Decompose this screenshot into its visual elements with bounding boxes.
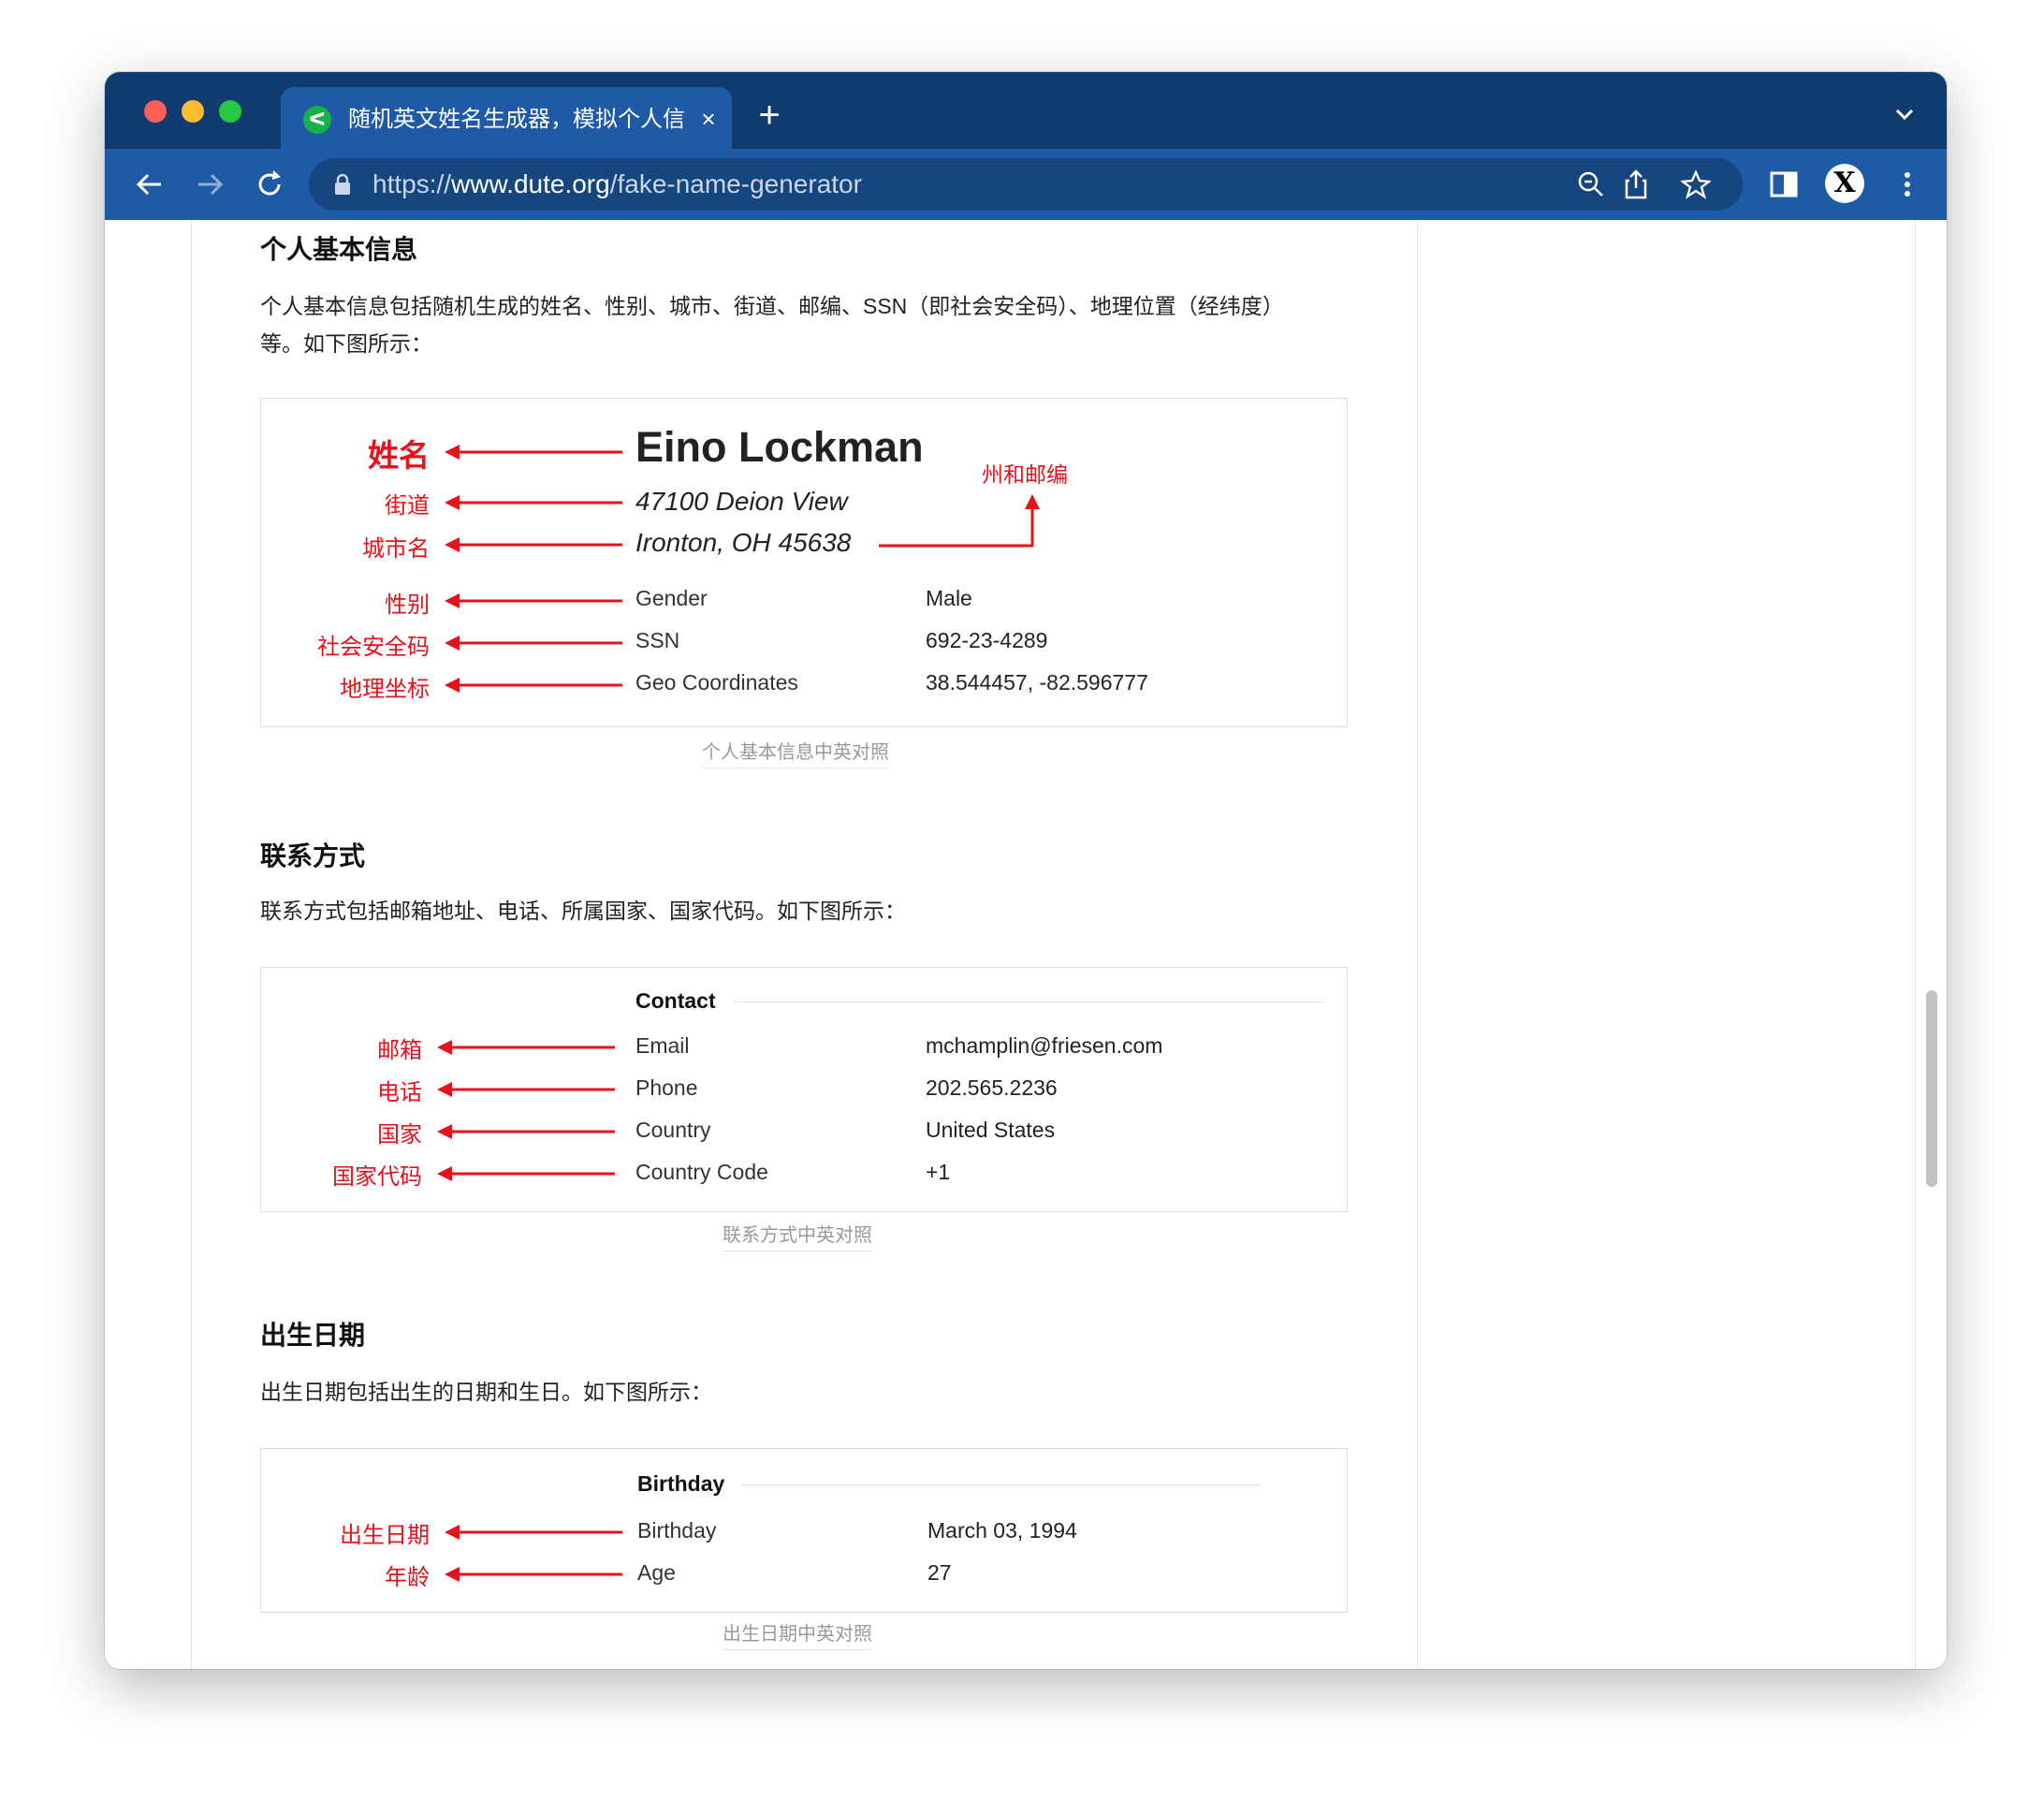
reload-icon[interactable]	[251, 166, 288, 203]
arrow-left-icon	[437, 1038, 615, 1057]
arrow-up-icon	[879, 494, 1040, 548]
field-label: Age	[637, 1560, 676, 1585]
page-content: 个人基本信息 个人基本信息包括随机生成的姓名、性别、城市、街道、邮编、SSN（即…	[105, 220, 1947, 1669]
arrow-left-icon	[445, 676, 622, 695]
figure-birthday: Birthday 出生日期 年龄 Birthday March 03, 1994…	[260, 1448, 1348, 1613]
label-cn-gender: 性别	[385, 592, 430, 618]
field-value: March 03, 1994	[927, 1518, 1077, 1543]
label-cn-ssn: 社会安全码	[317, 635, 430, 660]
arrow-left-icon	[445, 493, 622, 512]
left-column-border	[191, 220, 192, 1669]
arrow-left-icon	[437, 1164, 615, 1183]
field-label: SSN	[635, 628, 680, 652]
label-cn-city: 城市名	[362, 536, 430, 562]
figure-basic-info: 姓名 街道 城市名 性别 社会安全码 地理坐标 Eino Lockman 471…	[260, 398, 1348, 727]
arrow-left-icon	[445, 1523, 622, 1542]
field-value: 38.544457, -82.596777	[926, 670, 1148, 695]
field-value: Male	[926, 586, 972, 610]
url-text: https://www.dute.org/fake-name-generator	[372, 168, 862, 201]
scrollbar-thumb[interactable]	[1926, 990, 1937, 1187]
arrow-left-icon	[437, 1122, 615, 1141]
bookmark-star-icon[interactable]	[1681, 169, 1711, 199]
new-tab-button[interactable]: +	[751, 96, 788, 134]
url-path: /fake-name-generator	[609, 169, 862, 198]
label-cn-phone: 电话	[377, 1080, 422, 1105]
field-label: Country	[635, 1118, 711, 1142]
field-label: Geo Coordinates	[635, 670, 798, 695]
tab-search-chevron-icon[interactable]	[1891, 100, 1919, 128]
arrow-left-icon	[445, 443, 622, 461]
arrow-left-icon	[445, 535, 622, 554]
field-label: Birthday	[637, 1518, 717, 1543]
field-value: United States	[926, 1118, 1056, 1142]
figure-caption: 个人基本信息中英对照	[702, 737, 889, 768]
sidebar-border	[1417, 220, 1418, 1669]
figure-section-title: Birthday	[637, 1471, 725, 1496]
close-window-button[interactable]	[144, 100, 167, 123]
site-favicon-icon: ᐸ	[303, 106, 331, 134]
field-value: 202.565.2236	[926, 1075, 1058, 1100]
arrow-left-icon	[437, 1080, 615, 1099]
tab-title: 随机英文姓名生成器，模拟个人信	[348, 107, 685, 132]
street-address: 47100 Deion View	[635, 487, 848, 516]
field-value: 692-23-4289	[926, 628, 1048, 652]
label-cn-geo: 地理坐标	[340, 677, 430, 702]
field-label: Email	[635, 1033, 690, 1058]
label-cn-email: 邮箱	[377, 1038, 422, 1063]
tab-bar: ᐸ 随机英文姓名生成器，模拟个人信 × +	[105, 72, 1947, 149]
section-heading-birthday: 出生日期	[260, 1321, 366, 1350]
forward-arrow-icon[interactable]	[191, 166, 228, 203]
figure-section-title: Contact	[635, 988, 716, 1013]
maximize-window-button[interactable]	[219, 100, 241, 123]
paragraph-line: 等。如下图所示：	[260, 331, 432, 356]
minimize-window-button[interactable]	[182, 100, 204, 123]
label-cn-birth-date: 出生日期	[340, 1523, 430, 1548]
arrow-left-icon	[445, 634, 622, 652]
share-icon[interactable]	[1621, 168, 1651, 201]
field-label: Phone	[635, 1075, 698, 1100]
label-cn-name: 姓名	[368, 438, 430, 473]
browser-tab-active[interactable]: ᐸ 随机英文姓名生成器，模拟个人信 ×	[281, 87, 732, 149]
section-paragraph-contact: 联系方式包括邮箱地址、电话、所属国家、国家代码。如下图所示：	[260, 899, 906, 923]
address-bar[interactable]: https://www.dute.org/fake-name-generator	[309, 158, 1743, 211]
field-value: mchamplin@friesen.com	[926, 1033, 1163, 1058]
section-paragraph-basic-info: 个人基本信息包括随机生成的姓名、性别、城市、街道、邮编、SSN（即社会安全码）、…	[260, 287, 1365, 362]
zoom-out-icon[interactable]	[1576, 169, 1606, 199]
right-border	[1915, 220, 1916, 1669]
section-paragraph-birthday: 出生日期包括出生的日期和生日。如下图所示：	[260, 1380, 712, 1404]
profile-avatar[interactable]: X	[1825, 164, 1864, 203]
browser-toolbar: https://www.dute.org/fake-name-generator…	[105, 149, 1947, 220]
tab-close-button[interactable]: ×	[694, 102, 723, 136]
figure-caption: 出生日期中英对照	[723, 1618, 872, 1650]
person-name: Eino Lockman	[635, 423, 924, 471]
label-cn-state-zip: 州和邮编	[982, 462, 1068, 487]
field-value: 27	[927, 1560, 952, 1585]
browser-window: ᐸ 随机英文姓名生成器，模拟个人信 × + https://www.dute.o…	[105, 72, 1947, 1669]
lock-icon[interactable]	[333, 173, 352, 196]
label-cn-country-code: 国家代码	[332, 1164, 422, 1190]
menu-kebab-icon[interactable]	[1889, 166, 1926, 203]
label-cn-street: 街道	[385, 493, 430, 519]
url-host: www.dute.org	[451, 169, 610, 198]
arrow-left-icon	[445, 592, 622, 610]
section-heading-contact: 联系方式	[260, 841, 366, 870]
city-state-zip: Ironton, OH 45638	[635, 528, 852, 557]
url-scheme: https://	[372, 169, 452, 198]
back-arrow-icon[interactable]	[131, 166, 168, 203]
figure-contact: Contact 邮箱 电话 国家 国家代码 Email mchamplin@fr…	[260, 967, 1348, 1212]
section-heading-basic-info: 个人基本信息	[260, 235, 418, 264]
field-label: Country Code	[635, 1160, 768, 1184]
field-label: Gender	[635, 586, 708, 610]
label-cn-age: 年龄	[385, 1565, 430, 1590]
field-value: +1	[926, 1160, 951, 1184]
label-cn-country: 国家	[377, 1122, 422, 1148]
paragraph-line: 个人基本信息包括随机生成的姓名、性别、城市、街道、邮编、SSN（即社会安全码）、…	[260, 294, 1284, 318]
side-panel-icon[interactable]	[1765, 166, 1803, 203]
arrow-left-icon	[445, 1565, 622, 1584]
figure-caption: 联系方式中英对照	[723, 1220, 872, 1251]
